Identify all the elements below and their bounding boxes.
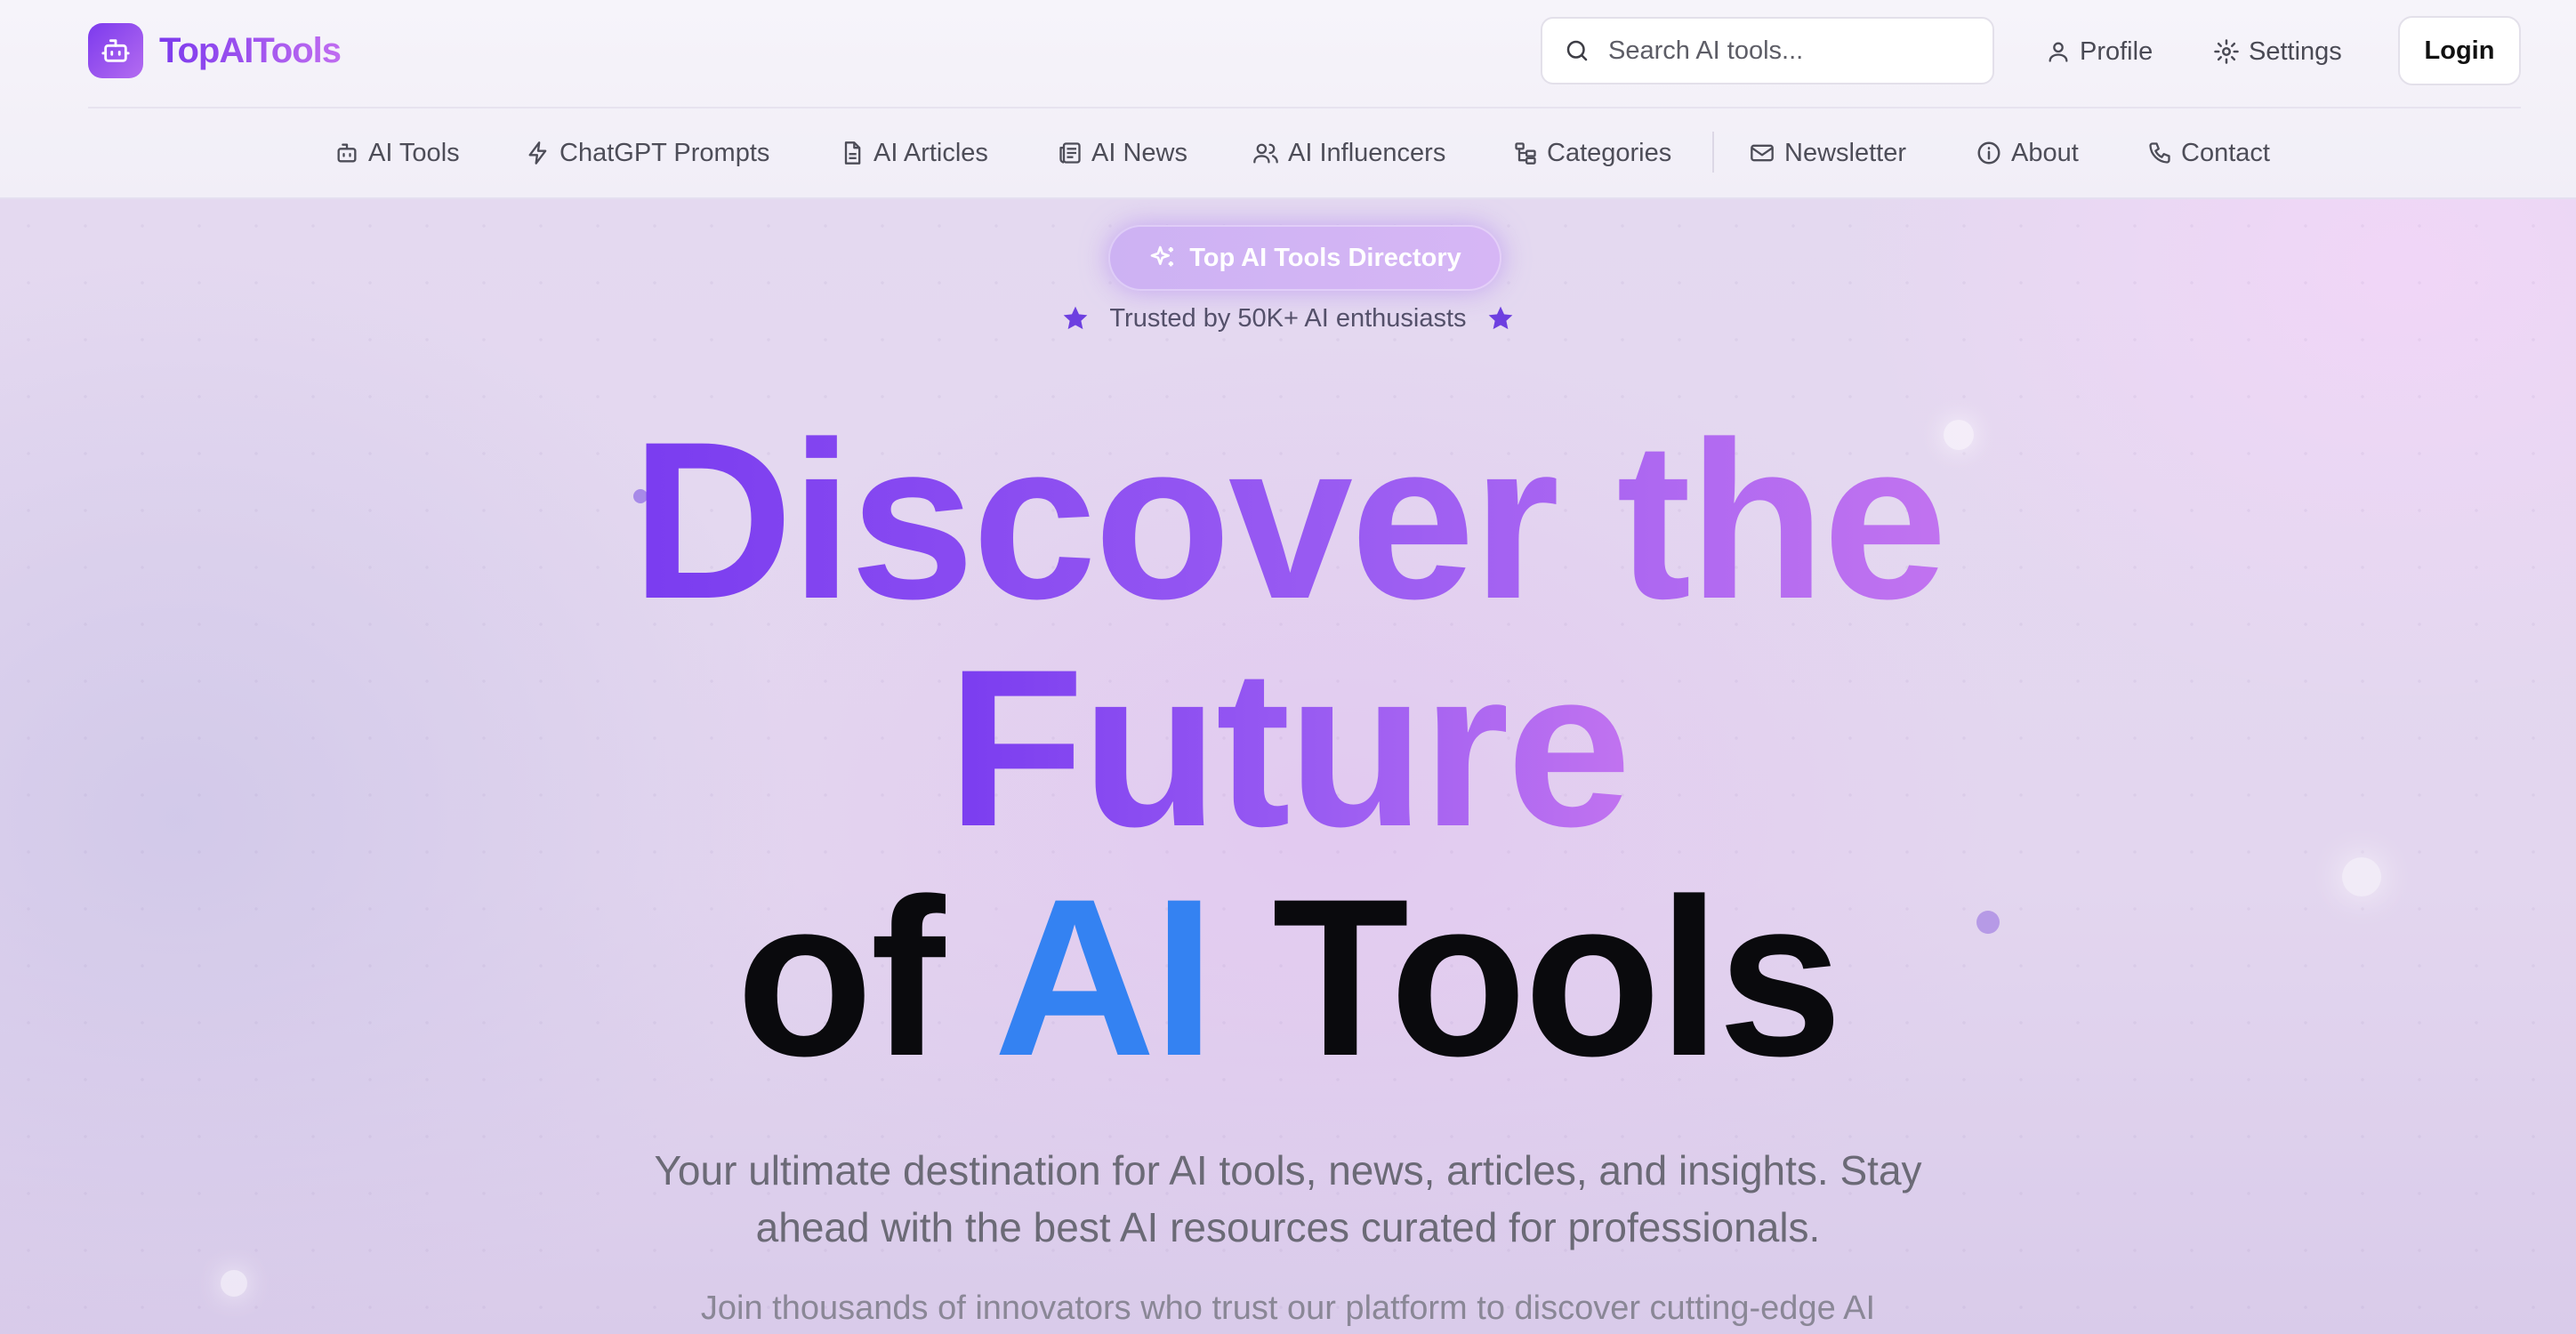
nav-label: Newsletter	[1784, 138, 1906, 167]
brand-name: TopAITools	[159, 30, 342, 70]
trusted-line: Trusted by 50K+ AI enthusiasts	[0, 301, 2576, 336]
settings-label: Settings	[2249, 36, 2342, 66]
top-bar: TopAITools Profile Settings Login	[0, 0, 2576, 105]
sparkles-icon	[1150, 245, 1174, 267]
search-icon	[1566, 40, 1588, 61]
nav-item-contact[interactable]: Contact	[2147, 126, 2270, 180]
nav-item-about[interactable]: About	[1976, 126, 2079, 180]
nav-label: About	[2011, 138, 2079, 167]
headline-discover: Discover the	[631, 396, 1948, 646]
nav-label: ChatGPT Prompts	[559, 138, 770, 167]
info-icon	[1977, 141, 2000, 165]
lightning-icon	[528, 141, 547, 165]
folder-tree-icon	[1515, 142, 1536, 165]
nav-item-newsletter[interactable]: Newsletter	[1749, 126, 1906, 180]
hero-subtitle: Your ultimate destination for AI tools, …	[623, 1142, 1953, 1256]
subtitle-line-2: ahead with the best AI resources curated…	[755, 1204, 1821, 1250]
users-icon	[1253, 143, 1278, 164]
profile-label: Profile	[2080, 36, 2153, 66]
nav-label: AI News	[1091, 138, 1187, 167]
main-nav: AI Tools ChatGPT Prompts AI Articles AI …	[0, 126, 2576, 180]
directory-badge[interactable]: Top AI Tools Directory	[1108, 225, 1501, 291]
gear-icon	[2214, 39, 2239, 64]
star-icon	[1488, 306, 1512, 330]
nav-divider	[1712, 132, 1714, 173]
nav-label: Contact	[2181, 138, 2270, 167]
star-icon	[1064, 306, 1088, 330]
newspaper-icon	[1059, 142, 1081, 164]
mail-icon	[1751, 144, 1774, 162]
robot-logo-icon	[88, 23, 143, 78]
document-icon	[844, 141, 861, 165]
nav-item-ai-tools[interactable]: AI Tools	[334, 126, 460, 180]
decor-orb	[221, 1270, 247, 1297]
hero-section: Top AI Tools Directory Trusted by 50K+ A…	[0, 197, 2576, 1334]
header-divider	[88, 107, 2521, 108]
nav-label: AI Tools	[368, 138, 460, 167]
subtitle-line-1: Your ultimate destination for AI tools, …	[654, 1147, 1922, 1193]
site-header: TopAITools Profile Settings Login AI Too…	[0, 0, 2576, 199]
nav-item-ai-influencers[interactable]: AI Influencers	[1252, 126, 1445, 180]
profile-link[interactable]: Profile	[2046, 27, 2153, 76]
settings-link[interactable]: Settings	[2213, 27, 2342, 76]
badge-label: Top AI Tools Directory	[1189, 243, 1461, 272]
nav-label: Categories	[1547, 138, 1672, 167]
headline-ai: AI	[994, 853, 1215, 1103]
headline-line-1: Discover the	[0, 409, 2576, 633]
phone-icon	[2149, 142, 2170, 164]
headline-future: Future	[947, 623, 1631, 873]
headline-tools: Tools	[1272, 853, 1842, 1103]
nav-item-categories[interactable]: Categories	[1513, 126, 1671, 180]
nav-label: AI Influencers	[1288, 138, 1446, 167]
headline-of: of	[736, 853, 946, 1103]
user-icon	[2049, 42, 2068, 62]
nav-item-chatgpt-prompts[interactable]: ChatGPT Prompts	[526, 126, 769, 180]
hero-secondary-text: Join thousands of innovators who trust o…	[700, 1290, 1876, 1327]
nav-label: AI Articles	[873, 138, 988, 167]
headline-line-2: Future	[0, 637, 2576, 861]
robot-icon	[337, 143, 357, 163]
search-input[interactable]	[1606, 35, 1984, 67]
logo[interactable]: TopAITools	[88, 23, 342, 78]
search-box[interactable]	[1541, 17, 1994, 84]
trusted-text: Trusted by 50K+ AI enthusiasts	[1109, 303, 1467, 333]
nav-item-ai-news[interactable]: AI News	[1058, 126, 1187, 180]
headline-line-3: of AI Tools	[0, 866, 2576, 1090]
login-button[interactable]: Login	[2398, 16, 2521, 85]
nav-item-ai-articles[interactable]: AI Articles	[840, 126, 988, 180]
